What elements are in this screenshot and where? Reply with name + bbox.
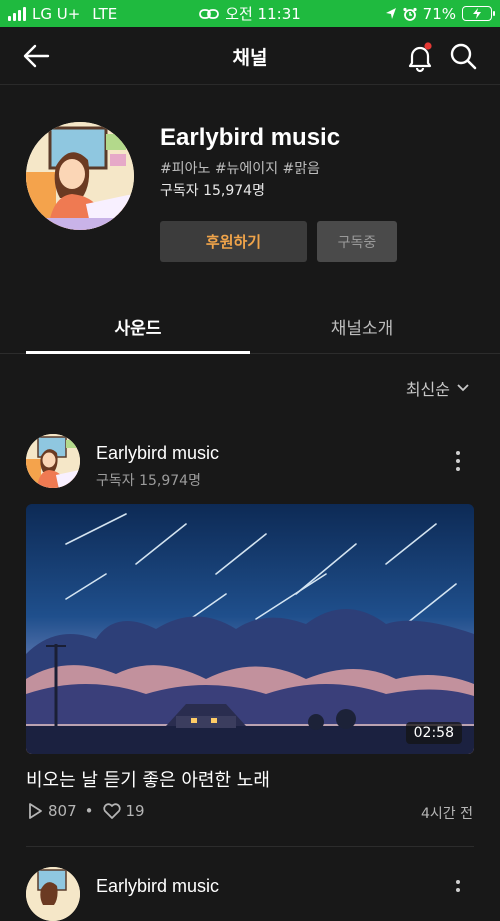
network-label: LTE bbox=[92, 4, 118, 23]
tab-sound[interactable]: 사운드 bbox=[26, 314, 250, 339]
search-icon[interactable] bbox=[448, 41, 478, 71]
sort-label: 최신순 bbox=[405, 380, 450, 399]
sort-dropdown[interactable]: 최신순 bbox=[406, 376, 470, 400]
post-title[interactable]: 비오는 날 듣기 좋은 아련한 노래 bbox=[26, 766, 270, 792]
more-vertical-icon[interactable] bbox=[448, 446, 468, 476]
bell-icon[interactable] bbox=[404, 41, 436, 73]
notification-dot bbox=[424, 42, 432, 50]
more-vertical-icon-2[interactable] bbox=[448, 880, 468, 900]
post-author-name[interactable]: Earlybird music bbox=[96, 443, 219, 464]
play-icon bbox=[29, 803, 42, 819]
post-divider bbox=[26, 846, 474, 847]
post-stats: 807 • 19 bbox=[26, 802, 145, 820]
duration-badge: 02:58 bbox=[405, 722, 462, 744]
post-time: 4시간 전 bbox=[421, 806, 473, 822]
chevron-down-icon bbox=[457, 384, 469, 392]
subscribed-button[interactable]: 구독중 bbox=[317, 221, 397, 262]
post-author-avatar[interactable] bbox=[26, 434, 80, 488]
channel-tags: #피아노 #뉴에이지 #맑음 bbox=[160, 161, 321, 177]
heart-icon[interactable] bbox=[102, 802, 122, 820]
link-icon bbox=[199, 8, 220, 19]
status-bar: LG U+ LTE 오전 11:31 71% bbox=[0, 0, 500, 27]
signal-icon bbox=[8, 6, 26, 21]
battery-percent: 71% bbox=[422, 4, 456, 23]
alarm-icon bbox=[403, 7, 417, 21]
channel-name: Earlybird music bbox=[160, 124, 341, 151]
battery-icon bbox=[462, 6, 495, 21]
support-button[interactable]: 후원하기 bbox=[160, 221, 307, 262]
post-author-avatar-2[interactable] bbox=[26, 867, 80, 921]
post-author-name-2[interactable]: Earlybird music bbox=[96, 876, 219, 897]
post-thumbnail[interactable]: 02:58 bbox=[26, 504, 474, 754]
post-author-subscribers: 구독자 15,974명 bbox=[96, 473, 201, 489]
app-bar: 채널 bbox=[0, 27, 500, 85]
channel-tabs: 사운드 채널소개 bbox=[0, 300, 500, 354]
like-count: 19 bbox=[125, 802, 145, 820]
play-count: 807 bbox=[48, 802, 77, 820]
stats-separator: • bbox=[84, 802, 94, 820]
tab-channel-intro[interactable]: 채널소개 bbox=[250, 314, 474, 339]
channel-subscriber-count: 구독자 15,974명 bbox=[160, 183, 265, 199]
active-tab-indicator bbox=[26, 351, 250, 354]
location-icon bbox=[385, 7, 396, 19]
clock-label: 오전 11:31 bbox=[225, 5, 301, 23]
channel-avatar bbox=[26, 122, 134, 230]
carrier-label: LG U+ bbox=[32, 4, 81, 23]
